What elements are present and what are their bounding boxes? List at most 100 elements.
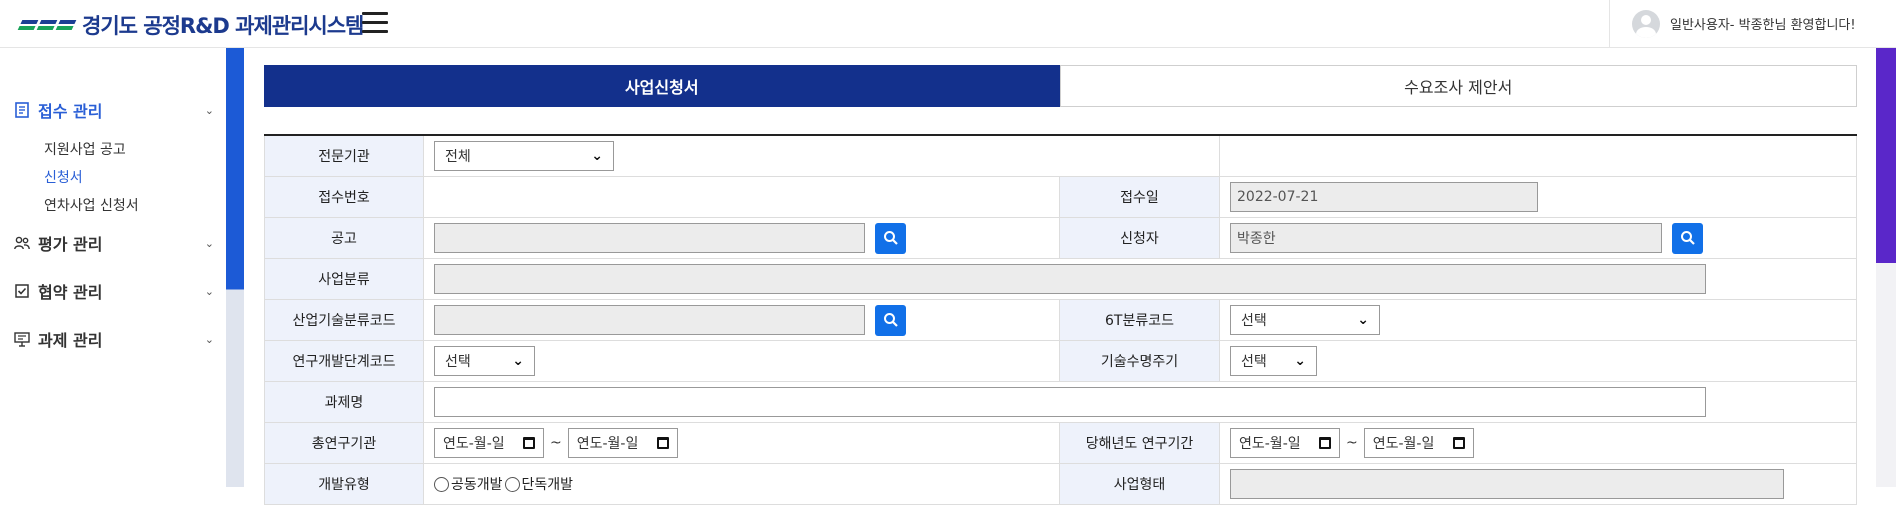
industry-code-field[interactable]: [434, 305, 865, 335]
chevron-down-icon: ⌄: [204, 103, 214, 117]
label-receipt-no: 접수번호: [264, 177, 424, 217]
date-separator: ~: [1346, 435, 1358, 451]
label-receipt-date: 접수일: [1060, 177, 1220, 217]
label-total-period: 총연구기관: [264, 423, 424, 463]
sidebar-item-project[interactable]: 과제 관리 ⌄: [14, 327, 214, 351]
tab-bar: 사업신청서 수요조사 제안서: [264, 65, 1857, 107]
sidebar-group-evaluation: 평가 관리 ⌄: [14, 231, 214, 255]
sidebar-item-application[interactable]: 신청서: [14, 164, 214, 192]
avatar[interactable]: [1632, 9, 1660, 38]
calendar-icon: [523, 437, 535, 449]
date-placeholder: 연도-월-일: [1239, 436, 1301, 452]
chevron-down-icon: ⌄: [204, 236, 214, 250]
tab-demand-survey[interactable]: 수요조사 제안서: [1059, 65, 1857, 107]
main-content: 사업신청서 수요조사 제안서 전문기관 전체 ⌄ 접수번호 접수일 2022-0…: [244, 48, 1876, 505]
label-project-name: 과제명: [264, 382, 424, 422]
form-row: 과제명: [264, 382, 1857, 423]
sidebar-group-contract: 협약 관리 ⌄: [14, 279, 214, 303]
chevron-down-icon: ⌄: [591, 148, 603, 164]
label-notice: 공고: [264, 218, 424, 258]
chevron-down-icon: ⌄: [204, 332, 214, 346]
chevron-down-icon: ⌄: [204, 284, 214, 298]
form-row: 공고 신청자 박종한: [264, 218, 1857, 259]
label-applicant: 신청자: [1060, 218, 1220, 258]
label-dev-type: 개발유형: [264, 464, 424, 504]
sidebar-item-evaluation[interactable]: 평가 관리 ⌄: [14, 231, 214, 255]
right-scroll-area: [1876, 263, 1896, 487]
sidebar-item-support-notice[interactable]: 지원사업 공고: [14, 136, 214, 164]
applicant-field[interactable]: 박종한: [1230, 223, 1662, 253]
notice-search-button[interactable]: [875, 222, 906, 254]
date-placeholder: 연도-월-일: [443, 436, 505, 452]
radio-circle[interactable]: [434, 476, 449, 492]
date-placeholder: 연도-월-일: [576, 436, 639, 452]
form-row: 총연구기관 연도-월-일 ~ 연도-월-일 당해년도 연구기간 연도-월-일 ~: [264, 423, 1857, 464]
project-name-field[interactable]: [434, 387, 1706, 417]
label-year-period: 당해년도 연구기간: [1060, 423, 1220, 463]
user-info: 일반사용자- 박종한님 환영합니다!: [1609, 0, 1896, 47]
form-row: 연구개발단계코드 선택 ⌄ 기술수명주기 선택 ⌄: [264, 341, 1857, 382]
user-greeting: 일반사용자- 박종한님 환영합니다!: [1670, 18, 1856, 33]
sidebar: 접수 관리 ⌄ 지원사업 공고 신청서 연차사업 신청서 평가 관리 ⌄ 협약 …: [0, 48, 226, 487]
chevron-down-icon: ⌄: [512, 353, 524, 369]
chevron-down-icon: ⌄: [1294, 353, 1306, 369]
app-title: 경기도 공정R&D 과제관리시스템: [82, 14, 364, 38]
right-accent-rail: [1876, 48, 1896, 263]
radio-circle[interactable]: [504, 476, 520, 492]
sidebar-group-label: 협약 관리: [38, 283, 103, 302]
receipt-no-value: [424, 177, 1060, 217]
year-start-date[interactable]: 연도-월-일: [1230, 428, 1340, 458]
stage-code-select-value: 선택: [445, 354, 471, 370]
receipt-date-field[interactable]: 2022-07-21: [1230, 182, 1538, 212]
tab-business-application[interactable]: 사업신청서: [264, 65, 1060, 107]
sidebar-group-label: 접수 관리: [38, 102, 103, 121]
6t-code-select-value: 선택: [1241, 313, 1267, 329]
applicant-search-button[interactable]: [1672, 222, 1703, 254]
hamburger-menu-icon[interactable]: [362, 12, 388, 34]
app-logo[interactable]: 경기도 공정R&D 과제관리시스템: [17, 10, 364, 40]
calendar-icon: [1452, 437, 1465, 449]
presentation-icon: [14, 331, 30, 347]
date-separator: ~: [550, 435, 562, 451]
top-header: 경기도 공정R&D 과제관리시스템 일반사용자- 박종한님 환영합니다!: [0, 0, 1896, 48]
chevron-down-icon: ⌄: [1357, 312, 1369, 328]
label-lifecycle: 기술수명주기: [1060, 341, 1220, 381]
sidebar-item-annual-application[interactable]: 연차사업 신청서: [14, 192, 214, 220]
radio-joint-dev[interactable]: 공동개발: [434, 474, 503, 494]
search-icon: [883, 231, 898, 245]
logo-mark-icon: [17, 20, 77, 30]
industry-code-search-button[interactable]: [875, 304, 906, 336]
checkbox-icon: [14, 283, 30, 299]
6t-code-select[interactable]: 선택 ⌄: [1230, 305, 1380, 335]
search-icon: [883, 313, 898, 327]
sidebar-group-project: 과제 관리 ⌄: [14, 327, 214, 351]
biz-type-field[interactable]: [1230, 469, 1784, 499]
sidebar-group-receipt: 접수 관리 ⌄ 지원사업 공고 신청서 연차사업 신청서: [14, 98, 214, 220]
document-icon: [14, 102, 30, 118]
sidebar-group-label: 과제 관리: [38, 331, 103, 350]
sidebar-item-receipt[interactable]: 접수 관리 ⌄: [14, 98, 214, 122]
users-icon: [14, 235, 30, 251]
search-icon: [1680, 231, 1695, 245]
agency-select-value: 전체: [445, 149, 471, 165]
label-biz-class: 사업분류: [264, 259, 424, 299]
label-agency: 전문기관: [264, 136, 424, 176]
notice-field[interactable]: [434, 223, 865, 253]
form-row: 개발유형 공동개발 단독개발 사업형태: [264, 464, 1857, 505]
agency-select[interactable]: 전체 ⌄: [434, 141, 614, 171]
label-biz-type: 사업형태: [1060, 464, 1220, 504]
form-row: 접수번호 접수일 2022-07-21: [264, 177, 1857, 218]
lifecycle-select[interactable]: 선택 ⌄: [1230, 346, 1317, 376]
year-end-date[interactable]: 연도-월-일: [1363, 428, 1474, 458]
radio-single-dev[interactable]: 단독개발: [504, 474, 573, 494]
total-start-date[interactable]: 연도-월-일: [434, 428, 544, 458]
biz-class-field[interactable]: [434, 264, 1706, 294]
form-row: 산업기술분류코드 6T분류코드 선택 ⌄: [264, 300, 1857, 341]
stage-code-select[interactable]: 선택 ⌄: [434, 346, 535, 376]
label-6t-code: 6T분류코드: [1060, 300, 1220, 340]
label-stage-code: 연구개발단계코드: [264, 341, 424, 381]
sidebar-item-contract[interactable]: 협약 관리 ⌄: [14, 279, 214, 303]
date-placeholder: 연도-월-일: [1372, 436, 1435, 452]
total-end-date[interactable]: 연도-월-일: [567, 428, 678, 458]
application-form: 전문기관 전체 ⌄ 접수번호 접수일 2022-07-21 공고 신청자 박종한…: [264, 134, 1857, 505]
